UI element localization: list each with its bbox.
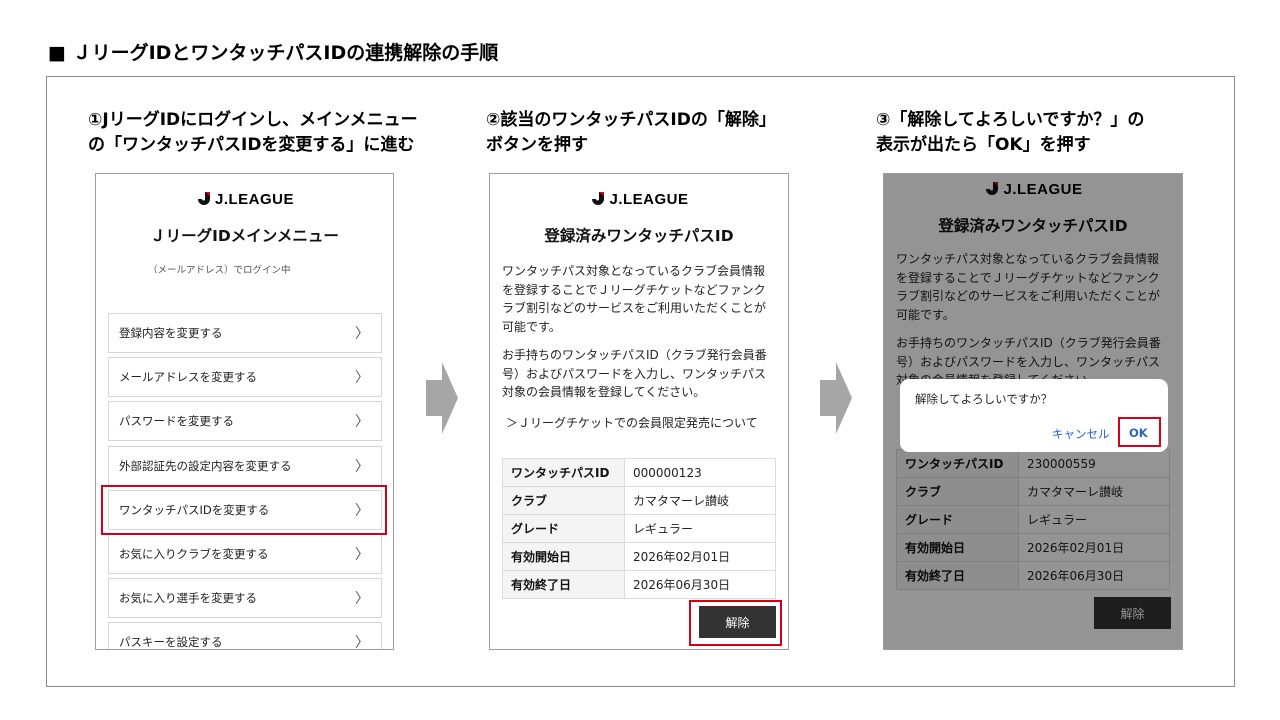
description-line: ワンタッチパス対象となっているクラブ会員情報 xyxy=(502,264,766,278)
next-step-arrow-2 xyxy=(820,362,852,434)
menu-item[interactable]: お気に入りクラブを変更する 〉 xyxy=(108,533,382,574)
table-row: クラブ カマタマーレ讃岐 xyxy=(502,486,776,515)
table-key: クラブ xyxy=(502,486,625,515)
step-3-title-line1: ③「解除してよろしいですか？」の xyxy=(876,110,1145,130)
step-3-title: ③「解除してよろしいですか？」の 表示が出たら「OK」を押す xyxy=(876,108,1144,158)
menu-item-label: パスキーを設定する xyxy=(119,635,223,650)
table-row: ワンタッチパスID 000000123 xyxy=(502,458,776,487)
table-row: 有効終了日 2026年06月30日 xyxy=(502,570,776,599)
step-2-title-line1: ②該当のワンタッチパスIDの「解除」 xyxy=(486,110,776,130)
logo-text: J.LEAGUE xyxy=(214,190,294,208)
table-key: 有効開始日 xyxy=(502,542,625,571)
description-line: 可能です。 xyxy=(502,319,561,334)
highlight-release-button xyxy=(689,600,782,646)
chevron-right-icon: 〉 xyxy=(355,591,369,608)
highlight-ok-button xyxy=(1118,417,1161,447)
menu-item-label: お気に入りクラブを変更する xyxy=(119,546,269,561)
main-menu-list: 登録内容を変更する〉メールアドレスを変更する〉パスワードを変更する〉外部認証先の… xyxy=(108,313,382,650)
table-key: 有効終了日 xyxy=(502,570,625,599)
table-key: グレード xyxy=(502,514,625,543)
menu-item[interactable]: メールアドレスを変更する 〉 xyxy=(108,357,382,398)
table-row: グレード レギュラー xyxy=(502,514,776,543)
table-key: ワンタッチパスID xyxy=(502,458,625,487)
registered-ids-title: 登録済みワンタッチパスID xyxy=(544,227,734,245)
menu-item-label: 登録内容を変更する xyxy=(119,326,223,340)
description-line: お手持ちのワンタッチパスID（クラブ発行会員番 xyxy=(502,348,767,362)
menu-item-label: 外部認証先の設定内容を変更する xyxy=(119,458,292,473)
chevron-right-icon: 〉 xyxy=(355,414,369,431)
table-row: 有効開始日 2026年02月01日 xyxy=(502,542,776,571)
next-step-arrow-1 xyxy=(426,362,458,434)
jleague-logo-icon xyxy=(197,192,210,205)
step-1-title-line2: の「ワンタッチパスIDを変更する」に進む xyxy=(88,135,415,155)
chevron-right-icon: 〉 xyxy=(355,370,369,387)
limited-sale-link[interactable]: ＞Ｊリーグチケットでの会員限定発売について xyxy=(506,414,758,431)
menu-item-label: メールアドレスを変更する xyxy=(119,370,257,385)
highlight-onetouch-menu-item xyxy=(101,485,387,535)
table-value: 2026年06月30日 xyxy=(624,570,776,599)
table-value: 000000123 xyxy=(624,458,776,487)
table-value: レギュラー xyxy=(624,514,776,543)
description-line: 対象の会員情報を登録してください。 xyxy=(502,385,706,399)
step-1-title: ①JリーグIDにログインし、メインメニュー の「ワンタッチパスIDを変更する」に… xyxy=(88,108,418,158)
phone-screen-main-menu: J.LEAGUE ＪリーグIDメインメニュー （メールアドレス）でログイン中 登… xyxy=(95,173,394,650)
menu-item[interactable]: 登録内容を変更する 〉 xyxy=(108,313,382,353)
description-paragraph-1: ワンタッチパス対象となっているクラブ会員情報 を登録することでＪリーグチケットな… xyxy=(502,262,778,336)
step-1-title-line1: ①JリーグIDにログインし、メインメニュー xyxy=(88,110,418,130)
page-title: ■ ＪリーグIDとワンタッチパスIDの連携解除の手順 xyxy=(48,42,499,64)
logo-text: J.LEAGUE xyxy=(609,190,689,208)
jleague-logo: J.LEAGUE xyxy=(490,190,788,208)
menu-item[interactable]: パスキーを設定する 〉 xyxy=(108,622,382,650)
step-3-title-line2: 表示が出たら「OK」を押す xyxy=(876,135,1091,155)
chevron-right-icon: 〉 xyxy=(355,458,369,475)
chevron-right-icon: 〉 xyxy=(355,546,369,563)
main-menu-title: ＪリーグIDメインメニュー xyxy=(150,227,339,245)
onetouch-pass-info-table: ワンタッチパスID 000000123 クラブ カマタマーレ讃岐 グレード レギュラー 有効… xyxy=(502,458,776,599)
login-email-note: （メールアドレス）でログイン中 xyxy=(148,265,291,276)
menu-item-label: パスワードを変更する xyxy=(119,414,234,429)
table-value: カマタマーレ讃岐 xyxy=(624,486,776,515)
jleague-logo-icon xyxy=(592,192,605,205)
menu-item[interactable]: パスワードを変更する 〉 xyxy=(108,401,382,442)
menu-item[interactable]: お気に入り選手を変更する 〉 xyxy=(108,578,382,619)
menu-item-label: お気に入り選手を変更する xyxy=(119,591,257,606)
chevron-right-icon: 〉 xyxy=(355,326,369,342)
step-2-title-line2: ボタンを押す xyxy=(486,135,588,155)
description-line: を登録することでＪリーグチケットなどファンク xyxy=(502,282,766,297)
description-line: ラブ割引などのサービスをご利用いただくことが xyxy=(502,301,767,315)
table-value: 2026年02月01日 xyxy=(624,542,776,571)
phone-screen-registered-ids: J.LEAGUE 登録済みワンタッチパスID ワンタッチパス対象となっているクラ… xyxy=(489,173,789,650)
chevron-right-icon: 〉 xyxy=(355,635,369,650)
description-paragraph-2: お手持ちのワンタッチパスID（クラブ発行会員番 号）およびパスワードを入力し、ワ… xyxy=(502,346,778,402)
step-2-title: ②該当のワンタッチパスIDの「解除」 ボタンを押す xyxy=(486,108,776,158)
jleague-logo: J.LEAGUE xyxy=(96,190,393,208)
dialog-message: 解除してよろしいですか？ xyxy=(915,392,1053,406)
menu-item[interactable]: 外部認証先の設定内容を変更する 〉 xyxy=(108,445,382,486)
description-line: 号）およびパスワードを入力し、ワンタッチパス xyxy=(502,366,767,381)
dialog-cancel-button[interactable]: キャンセル xyxy=(1052,426,1110,442)
